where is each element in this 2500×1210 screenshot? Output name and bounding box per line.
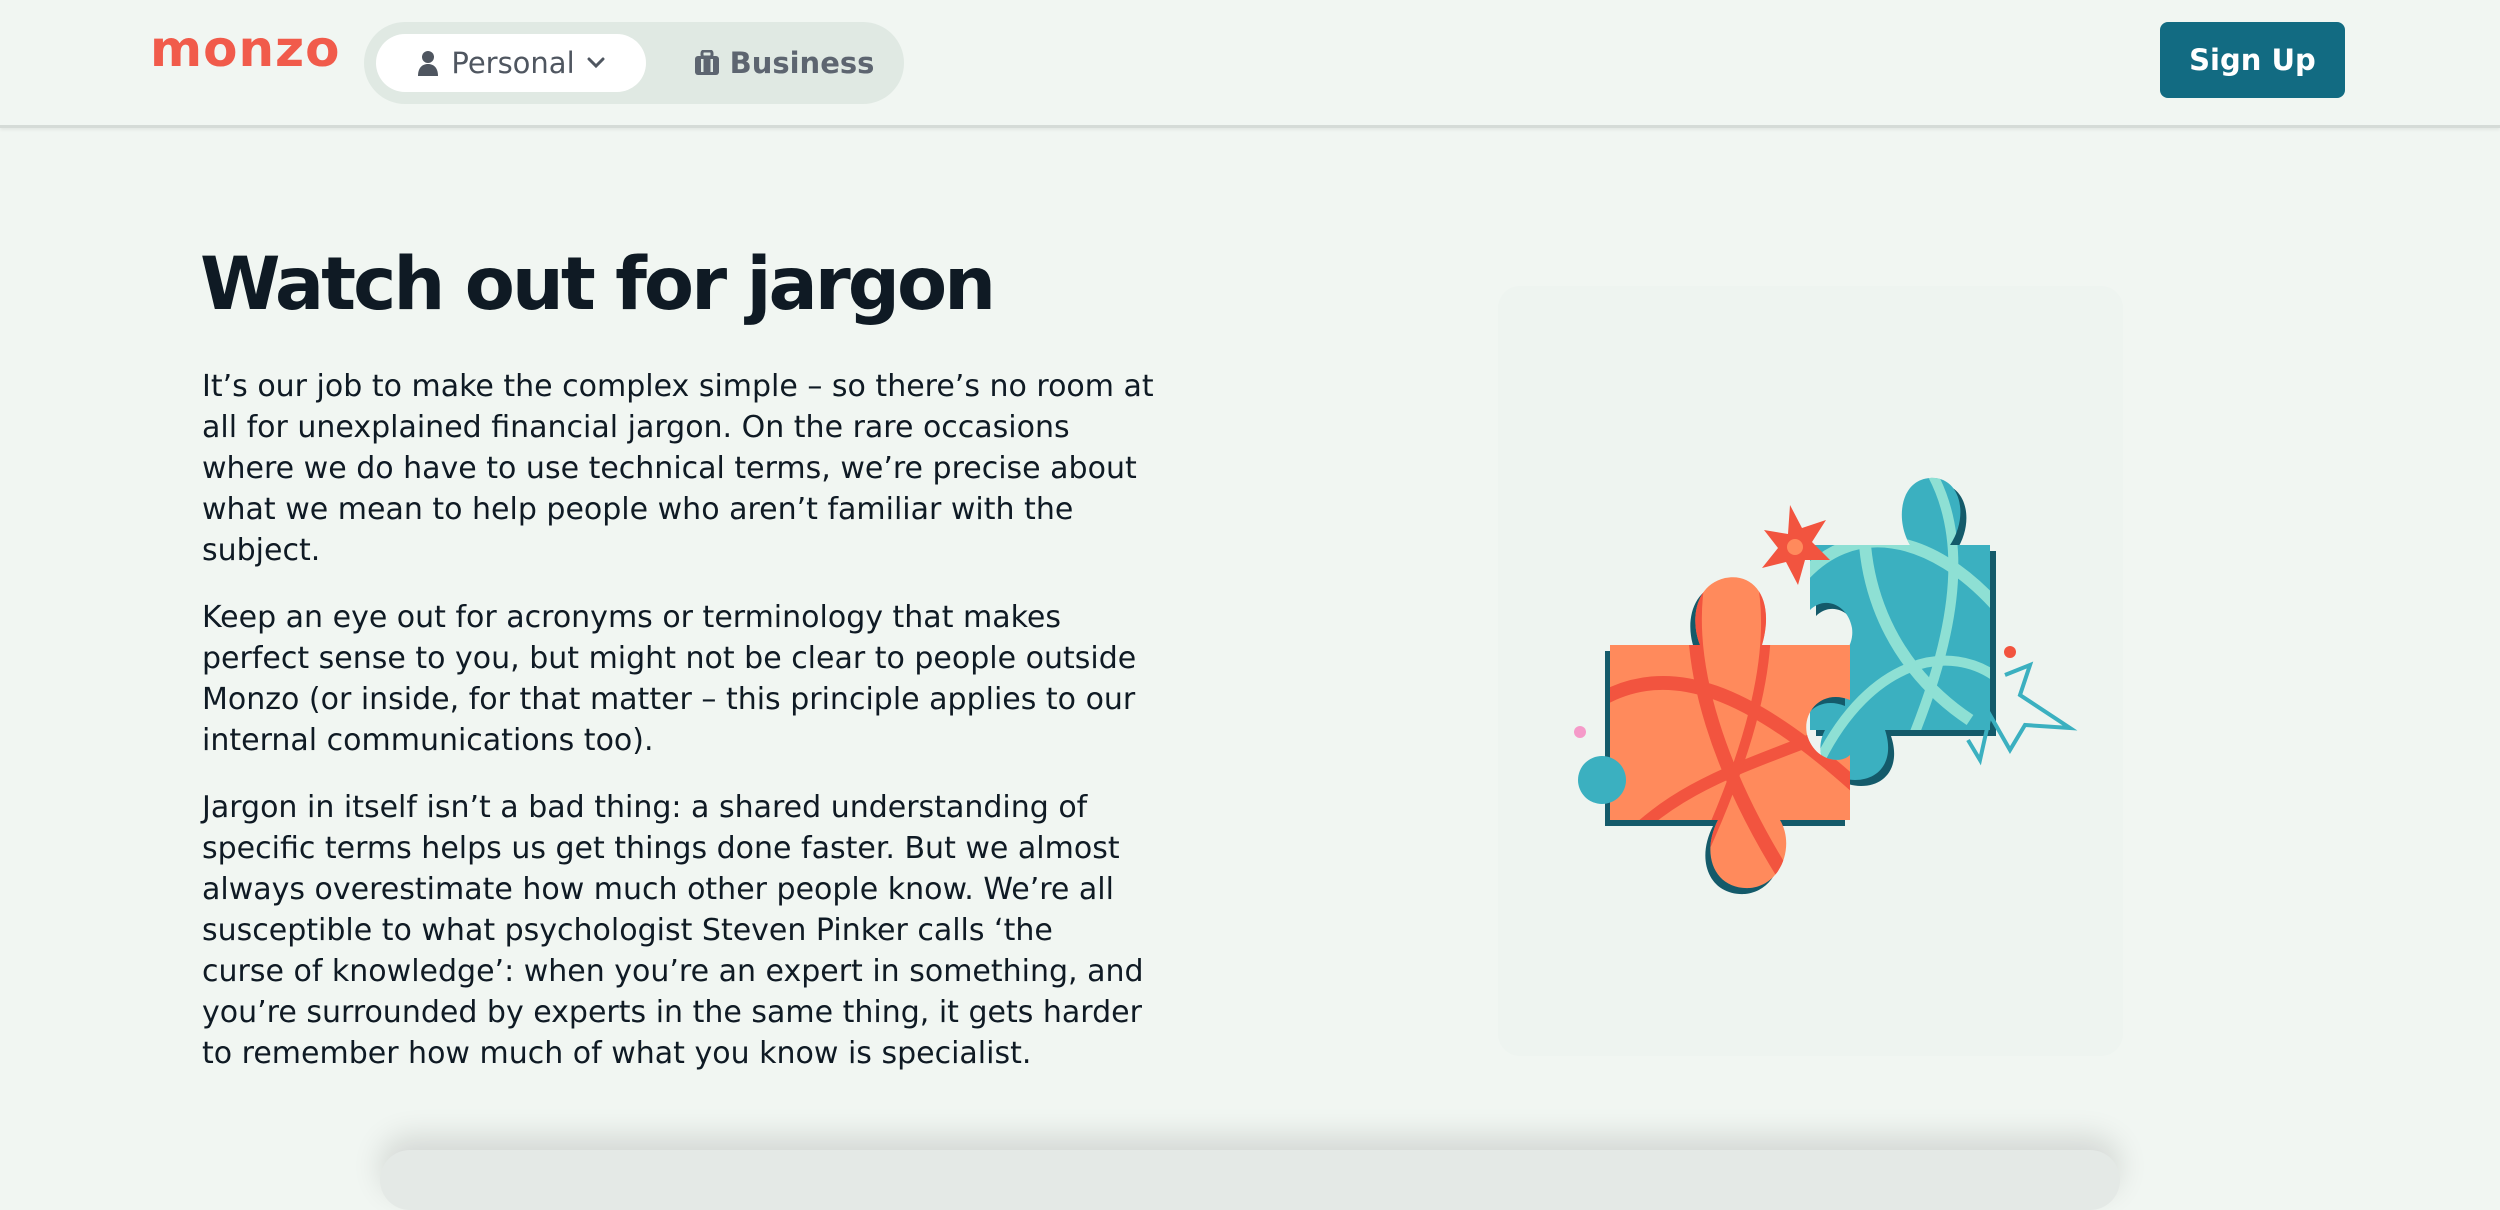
personal-toggle[interactable]: Personal <box>376 34 646 92</box>
monzo-logo[interactable]: monzo <box>150 24 341 74</box>
article-body: It’s our job to make the complex simple … <box>202 366 1202 1100</box>
sign-up-button[interactable]: Sign Up <box>2160 22 2345 98</box>
paragraph-1: It’s our job to make the complex simple … <box>202 369 1154 568</box>
puzzle-pieces-illustration <box>1574 477 2078 895</box>
page-title: Watch out for jargon <box>200 242 996 327</box>
red-dot <box>2004 646 2016 658</box>
person-icon <box>418 51 439 76</box>
personal-label: Personal <box>451 46 575 80</box>
business-toggle[interactable]: Business <box>684 34 884 92</box>
site-header: monzo Personal Business Sign Up <box>0 0 2500 128</box>
next-section-edge <box>380 1150 2120 1210</box>
paragraph-2: Keep an eye out for acronyms or terminol… <box>202 600 1137 758</box>
teal-dot <box>1578 756 1626 804</box>
pink-dot <box>1574 726 1586 738</box>
business-label: Business <box>729 46 875 80</box>
chevron-down-icon <box>587 57 605 69</box>
paragraph-3: Jargon in itself isn’t a bad thing: a sh… <box>202 790 1144 1071</box>
account-type-switcher: Personal Business <box>364 22 904 104</box>
briefcase-icon <box>694 50 719 75</box>
